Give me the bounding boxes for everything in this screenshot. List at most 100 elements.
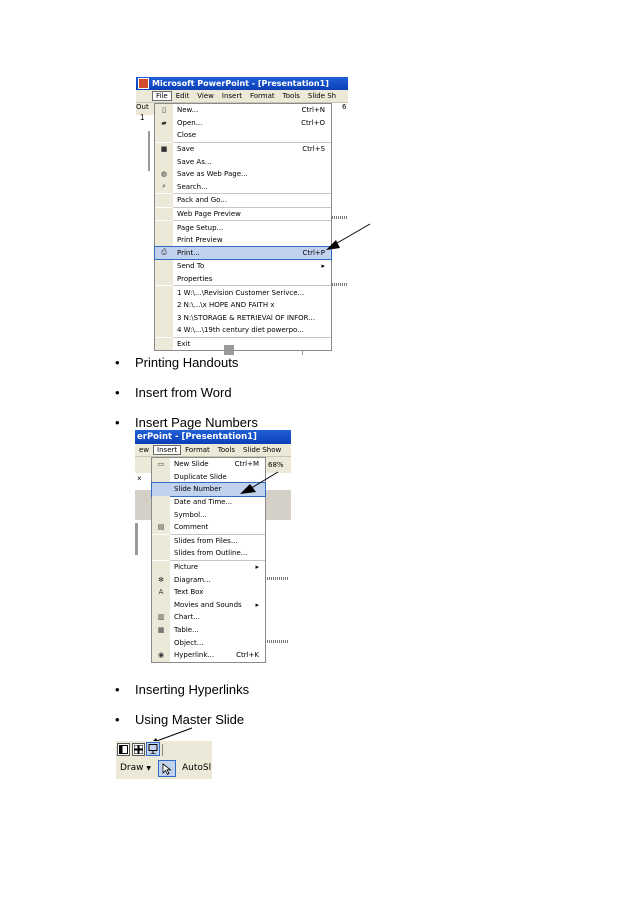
menu-item-label: Exit — [177, 339, 191, 348]
menu-item-slides-from-outline[interactable]: Slides from Outline... — [152, 547, 265, 560]
menu-item-new-slide[interactable]: ▭ New Slide Ctrl+M — [152, 458, 265, 471]
menu-item-save-as-web-page[interactable]: ◍ Save as Web Page... — [155, 167, 331, 181]
bullet-using-master-slide: Using Master Slide — [135, 712, 245, 727]
menu-icon-gutter — [152, 495, 170, 509]
menu-item-hyperlink[interactable]: ◉ Hyperlink... Ctrl+K — [152, 648, 265, 662]
bullet-mark: • — [115, 415, 120, 430]
menu-item-shortcut: Ctrl+S — [302, 145, 325, 154]
select-objects-arrow-icon[interactable] — [158, 760, 176, 777]
comment-icon: ▤ — [152, 520, 170, 534]
bullet-insert-from-word: Insert from Word — [135, 385, 232, 400]
normal-view-icon[interactable] — [117, 743, 130, 756]
menu-tools[interactable]: Tools — [214, 446, 239, 454]
menu-item-label: 3 N:\STORAGE & RETRIEVAl OF INFOR... — [177, 313, 315, 322]
menu-item-shortcut: Ctrl+N — [301, 106, 325, 115]
menu-item-properties[interactable]: Properties — [155, 272, 331, 286]
menu-item-label: Movies and Sounds — [174, 600, 242, 609]
menu-item-label: Page Setup... — [177, 223, 224, 232]
menu-item-movies-and-sounds[interactable]: Movies and Sounds ▸ — [152, 598, 265, 612]
table-icon: ▦ — [152, 623, 170, 637]
menu-format[interactable]: Format — [246, 92, 279, 100]
bullet-printing-handouts: Printing Handouts — [135, 355, 239, 370]
menu-edit[interactable]: Edit — [172, 92, 194, 100]
menu-item-shortcut: ▸ — [255, 600, 259, 609]
menu-item-shortcut: ▸ — [321, 262, 325, 271]
menu-item-1-w-revision-customer-serivce[interactable]: 1 W:\...\Revision Customer Serivce... — [155, 286, 331, 299]
menu-item-label: Pack and Go... — [177, 196, 227, 205]
menu-icon-gutter — [155, 286, 173, 299]
window-title: erPoint - [Presentation1] — [137, 432, 257, 442]
menu-icon-gutter — [155, 324, 173, 337]
menu-item-exit[interactable]: Exit — [155, 337, 331, 351]
menu-item-slides-from-files[interactable]: Slides from Files... — [152, 534, 265, 548]
menu-item-label: Save As... — [177, 157, 212, 166]
draw-menu-button[interactable]: Draw ▼ — [120, 763, 151, 773]
menu-item-print-preview[interactable]: Print Preview — [155, 233, 331, 247]
menu-item-page-setup[interactable]: Page Setup... — [155, 221, 331, 234]
menu-item-save[interactable]: ■ Save Ctrl+S — [155, 142, 331, 156]
menu-item-shortcut: Ctrl+K — [236, 651, 259, 660]
slide-sorter-view-icon[interactable] — [132, 743, 145, 756]
menu-item-text-box[interactable]: A Text Box — [152, 585, 265, 599]
menu-item-label: Search... — [177, 182, 208, 191]
menu-item-new[interactable]: ▯ New... Ctrl+N — [155, 104, 331, 117]
menu-icon-gutter — [155, 221, 173, 234]
menu-icon-gutter — [152, 483, 170, 496]
menu-slide-sh[interactable]: Slide Sh — [304, 92, 340, 100]
menu-item-table[interactable]: ▦ Table... — [152, 623, 265, 637]
toolbar-divider — [162, 744, 163, 756]
menu-item-shortcut: ▸ — [255, 563, 259, 572]
left-pane-edge — [148, 131, 150, 171]
menu-item-comment[interactable]: ▤ Comment — [152, 520, 265, 534]
menu-item-label: Text Box — [174, 588, 204, 597]
menu-insert[interactable]: Insert — [218, 92, 246, 100]
menu-item-shortcut: Ctrl+O — [301, 118, 325, 127]
menu-item-diagram[interactable]: ✻ Diagram... — [152, 573, 265, 586]
menu-item-object[interactable]: Object... — [152, 636, 265, 649]
window-title-bar: Microsoft PowerPoint - [Presentation1] — [136, 77, 348, 90]
menu-format[interactable]: Format — [181, 446, 214, 454]
menu-item-label: Close — [177, 131, 197, 140]
bullet-mark: • — [115, 712, 120, 727]
slide-dotted-edge — [267, 577, 289, 580]
menu-item-4-w-19th-century-diet-powerpo[interactable]: 4 W:\...\19th century diet powerpo... — [155, 324, 331, 337]
menu-item-symbol[interactable]: Symbol... — [152, 508, 265, 521]
chart-icon: ▥ — [152, 611, 170, 624]
menu-item-label: Table... — [174, 626, 199, 635]
menu-view[interactable]: View — [193, 92, 218, 100]
draw-label: Draw — [120, 763, 144, 773]
pointer-arrow-1 — [326, 223, 371, 250]
menu-slide-show[interactable]: Slide Show — [239, 446, 285, 454]
menu-item-picture[interactable]: Picture ▸ — [152, 560, 265, 574]
menu-item-close[interactable]: Close — [155, 129, 331, 142]
menu-item-pack-and-go[interactable]: Pack and Go... — [155, 194, 331, 207]
menu-item-save-as[interactable]: Save As... — [155, 155, 331, 168]
menu-icon-gutter — [155, 155, 173, 168]
menu-file[interactable]: File — [152, 91, 172, 101]
menu-item-3-n-storage-retrieval-of-infor[interactable]: 3 N:\STORAGE & RETRIEVAl OF INFOR... — [155, 311, 331, 325]
autoshapes-menu-button[interactable]: AutoSl — [182, 763, 212, 773]
menu-item-search[interactable]: ⌕ Search... — [155, 180, 331, 194]
menu-icon-gutter — [155, 337, 173, 351]
menu-item-2-n-x-hope-and-faith-x[interactable]: 2 N:\...\x HOPE AND FAITH x — [155, 298, 331, 312]
menu-item-label: Print Preview — [177, 236, 223, 245]
menu-item-label: Picture — [174, 563, 199, 572]
menu-tools[interactable]: Tools — [279, 92, 304, 100]
slide-show-view-icon[interactable] — [146, 742, 160, 756]
menu-insert[interactable]: Insert — [153, 445, 182, 455]
menu-icon-gutter — [155, 129, 173, 142]
menu-item-date-and-time[interactable]: Date and Time... — [152, 495, 265, 509]
menu-ew[interactable]: ew — [135, 446, 153, 454]
menu-item-label: New... — [177, 106, 199, 115]
menu-item-chart[interactable]: ▥ Chart... — [152, 611, 265, 624]
left-pane-edge — [135, 523, 138, 555]
menu-item-label: Slides from Outline... — [174, 549, 248, 558]
menu-icon-gutter — [155, 233, 173, 247]
menu-item-open[interactable]: ▰ Open... Ctrl+O — [155, 116, 331, 130]
menu-item-send-to[interactable]: Send To ▸ — [155, 260, 331, 273]
menu-item-label: 2 N:\...\x HOPE AND FAITH x — [177, 301, 275, 310]
menu-item-print[interactable]: ⎙ Print... Ctrl+P — [154, 245, 332, 261]
menu-item-web-page-preview[interactable]: Web Page Preview — [155, 207, 331, 221]
menu-item-label: Date and Time... — [174, 498, 233, 507]
menu-icon-gutter — [152, 470, 170, 484]
